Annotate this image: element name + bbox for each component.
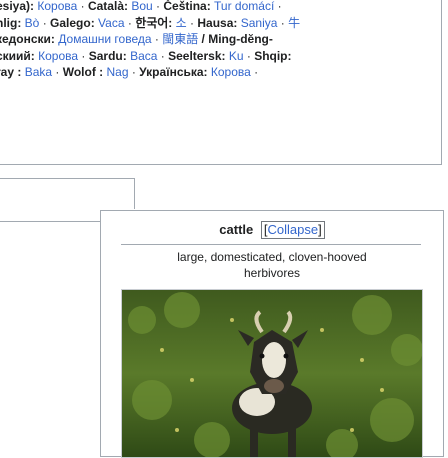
translation-link[interactable]: 소 <box>176 16 187 30</box>
language-name: кедонски: <box>0 32 59 46</box>
divider-line <box>0 178 134 179</box>
language-name: Sardu: <box>88 48 131 63</box>
separator: · <box>128 65 140 79</box>
infobox-header: cattle [Collapse] <box>101 221 443 239</box>
cattle-photo[interactable] <box>121 289 423 458</box>
separator: · <box>151 32 163 46</box>
translation-link[interactable]: Bò <box>25 16 40 30</box>
translation-link[interactable]: Корова <box>37 0 77 13</box>
language-name: Wolof : <box>62 65 107 79</box>
translation-link[interactable]: Tur domácí <box>214 0 274 13</box>
translation-link[interactable]: Корова <box>211 65 251 79</box>
language-name: esiya): <box>0 0 38 13</box>
language-name: Čeština: <box>163 0 215 13</box>
translation-link[interactable]: Bou <box>131 0 152 13</box>
separator: · <box>274 0 282 13</box>
language-name: Seeltersk: <box>168 48 229 63</box>
language-name: Українська: <box>139 65 211 79</box>
gloss-line: herbivores <box>243 266 301 280</box>
gloss-line: large, domesticated, cloven-hooved <box>177 250 367 264</box>
language-name: ray : <box>0 65 22 79</box>
cattle-photo-graphic <box>122 290 422 457</box>
infobox-gloss: large, domesticated, cloven-hooved herbi… <box>101 249 443 281</box>
translation-link[interactable]: Корова <box>38 49 78 63</box>
separator: · <box>250 65 259 79</box>
language-name: Hausa: <box>197 15 241 30</box>
infobox-title: cattle <box>219 222 254 237</box>
language-name: 한국어: <box>135 15 176 30</box>
language-name: Shqip: <box>254 48 292 63</box>
collapse-button[interactable]: [Collapse] <box>260 221 325 239</box>
translation-link[interactable]: 牛 <box>288 16 300 30</box>
separator: · <box>39 15 51 30</box>
separator: · <box>78 48 89 63</box>
collapse-label: Collapse <box>267 222 319 237</box>
separator: · <box>152 0 164 13</box>
translation-link[interactable]: Nag <box>106 65 128 79</box>
translation-link[interactable]: Baka <box>25 65 52 79</box>
translation-line: кедонски: Домашни говеда · 閩東語 / Ming-dĕ… <box>0 31 432 48</box>
translations-list: esiya): Корова · Català: Bou · Čeština: … <box>0 0 432 81</box>
divider-line <box>134 178 135 209</box>
translation-link[interactable]: Baca <box>130 49 157 63</box>
separator: · <box>186 15 198 30</box>
separator: · <box>157 48 169 63</box>
language-name: Català: <box>87 0 132 13</box>
translation-link[interactable]: Vaca <box>98 16 124 30</box>
separator: · <box>124 15 136 30</box>
translation-line: esiya): Корова · Català: Bou · Čeština: … <box>0 0 432 15</box>
translation-line: hlig: Bò · Galego: Vaca · 한국어: 소 · Hausa… <box>0 15 432 32</box>
language-name: скиий: <box>0 48 39 63</box>
translation-link[interactable]: 閩東語 <box>162 32 198 46</box>
language-name: / Ming-dĕng- <box>198 32 273 46</box>
translation-link[interactable]: Ku <box>229 49 244 63</box>
translation-line: скиий: Корова · Sardu: Baca · Seeltersk:… <box>0 48 432 65</box>
translations-box: esiya): Корова · Català: Bou · Čeština: … <box>0 0 442 165</box>
language-name: hlig: <box>0 15 22 30</box>
separator: · <box>52 65 63 79</box>
translation-link[interactable]: Домашни говеда <box>58 32 151 46</box>
translation-link[interactable]: Saniya <box>241 16 278 30</box>
language-name: Galego: <box>50 15 99 30</box>
divider-line <box>121 244 421 245</box>
separator: · <box>77 0 88 13</box>
infobox: cattle [Collapse] large, domesticated, c… <box>100 210 444 458</box>
separator: · <box>243 48 255 63</box>
separator: · <box>277 15 289 30</box>
translation-line: ray : Baka · Wolof : Nag · Українська: К… <box>0 64 432 81</box>
